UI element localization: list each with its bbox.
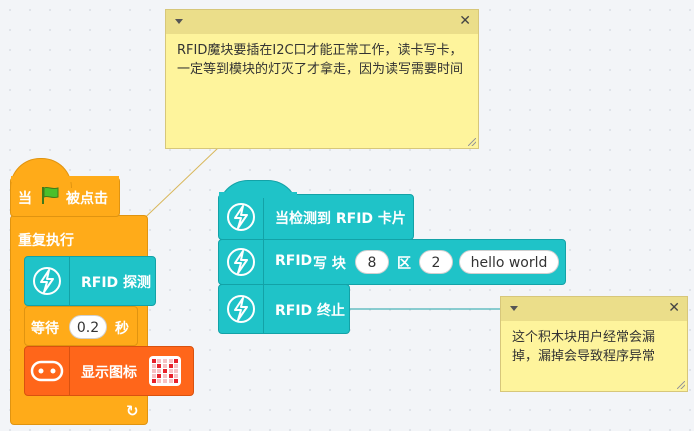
wait-block[interactable]: 等待 0.2 秒 bbox=[24, 306, 138, 346]
write-rfid: RFID bbox=[275, 253, 313, 269]
lightning-icon bbox=[219, 240, 264, 284]
comment-note-right[interactable]: ✕ 这个积木块用户经常会漏掉，漏掉会导致程序异常 bbox=[500, 296, 688, 392]
stop-label: RFID 终止 bbox=[275, 303, 346, 319]
rfid-detect-block[interactable]: RFID 探测 bbox=[24, 256, 156, 306]
zone-number-input[interactable]: 2 bbox=[419, 250, 453, 274]
chevron-down-icon[interactable] bbox=[510, 306, 518, 311]
show-icon-label: 显示图标 bbox=[81, 365, 137, 381]
wait-seconds-input[interactable]: 0.2 bbox=[69, 315, 107, 339]
hat-prefix: 当 bbox=[18, 191, 32, 207]
resize-handle[interactable] bbox=[468, 138, 476, 146]
lightning-icon bbox=[25, 257, 70, 305]
note-text[interactable]: RFID魔块要插在I2C口才能正常工作，读卡写卡，一定等到模块的灯灭了才拿走，因… bbox=[166, 34, 478, 86]
rfid-write-block[interactable]: RFID 写 块 8 区 2 hello world bbox=[218, 239, 566, 285]
rfid-detect-label: RFID 探测 bbox=[81, 275, 152, 291]
hat-label: 当检测到 RFID 卡片 bbox=[275, 211, 406, 227]
lightning-icon bbox=[219, 285, 264, 333]
show-icon-block[interactable]: 显示图标 bbox=[24, 346, 194, 396]
repeat-label: 重复执行 bbox=[18, 233, 74, 249]
lightning-icon bbox=[219, 195, 264, 239]
microbit-icon bbox=[25, 347, 70, 395]
write-label: 写 块 bbox=[313, 256, 346, 272]
resize-handle[interactable] bbox=[677, 381, 685, 389]
note-text[interactable]: 这个积木块用户经常会漏掉，漏掉会导致程序异常 bbox=[501, 321, 687, 373]
rfid-stop-block[interactable]: RFID 终止 bbox=[218, 284, 350, 334]
note-header[interactable]: ✕ bbox=[501, 297, 687, 321]
green-flag-icon bbox=[40, 186, 60, 208]
led-matrix-picker[interactable] bbox=[149, 356, 181, 386]
chevron-down-icon[interactable] bbox=[175, 19, 183, 24]
close-icon[interactable]: ✕ bbox=[668, 300, 680, 316]
hat-suffix: 被点击 bbox=[66, 191, 108, 207]
close-icon[interactable]: ✕ bbox=[459, 13, 471, 29]
write-text-input[interactable]: hello world bbox=[459, 250, 559, 274]
loop-arrow-icon: ↻ bbox=[126, 402, 139, 420]
comment-note-top[interactable]: ✕ RFID魔块要插在I2C口才能正常工作，读卡写卡，一定等到模块的灯灭了才拿走… bbox=[165, 9, 479, 149]
when-rfid-card-detected-block[interactable]: 当检测到 RFID 卡片 bbox=[218, 194, 414, 240]
wait-unit: 秒 bbox=[115, 321, 129, 337]
wait-label: 等待 bbox=[31, 321, 59, 337]
note-header[interactable]: ✕ bbox=[166, 10, 478, 34]
zone-label: 区 bbox=[397, 256, 411, 272]
block-number-input[interactable]: 8 bbox=[355, 250, 389, 274]
